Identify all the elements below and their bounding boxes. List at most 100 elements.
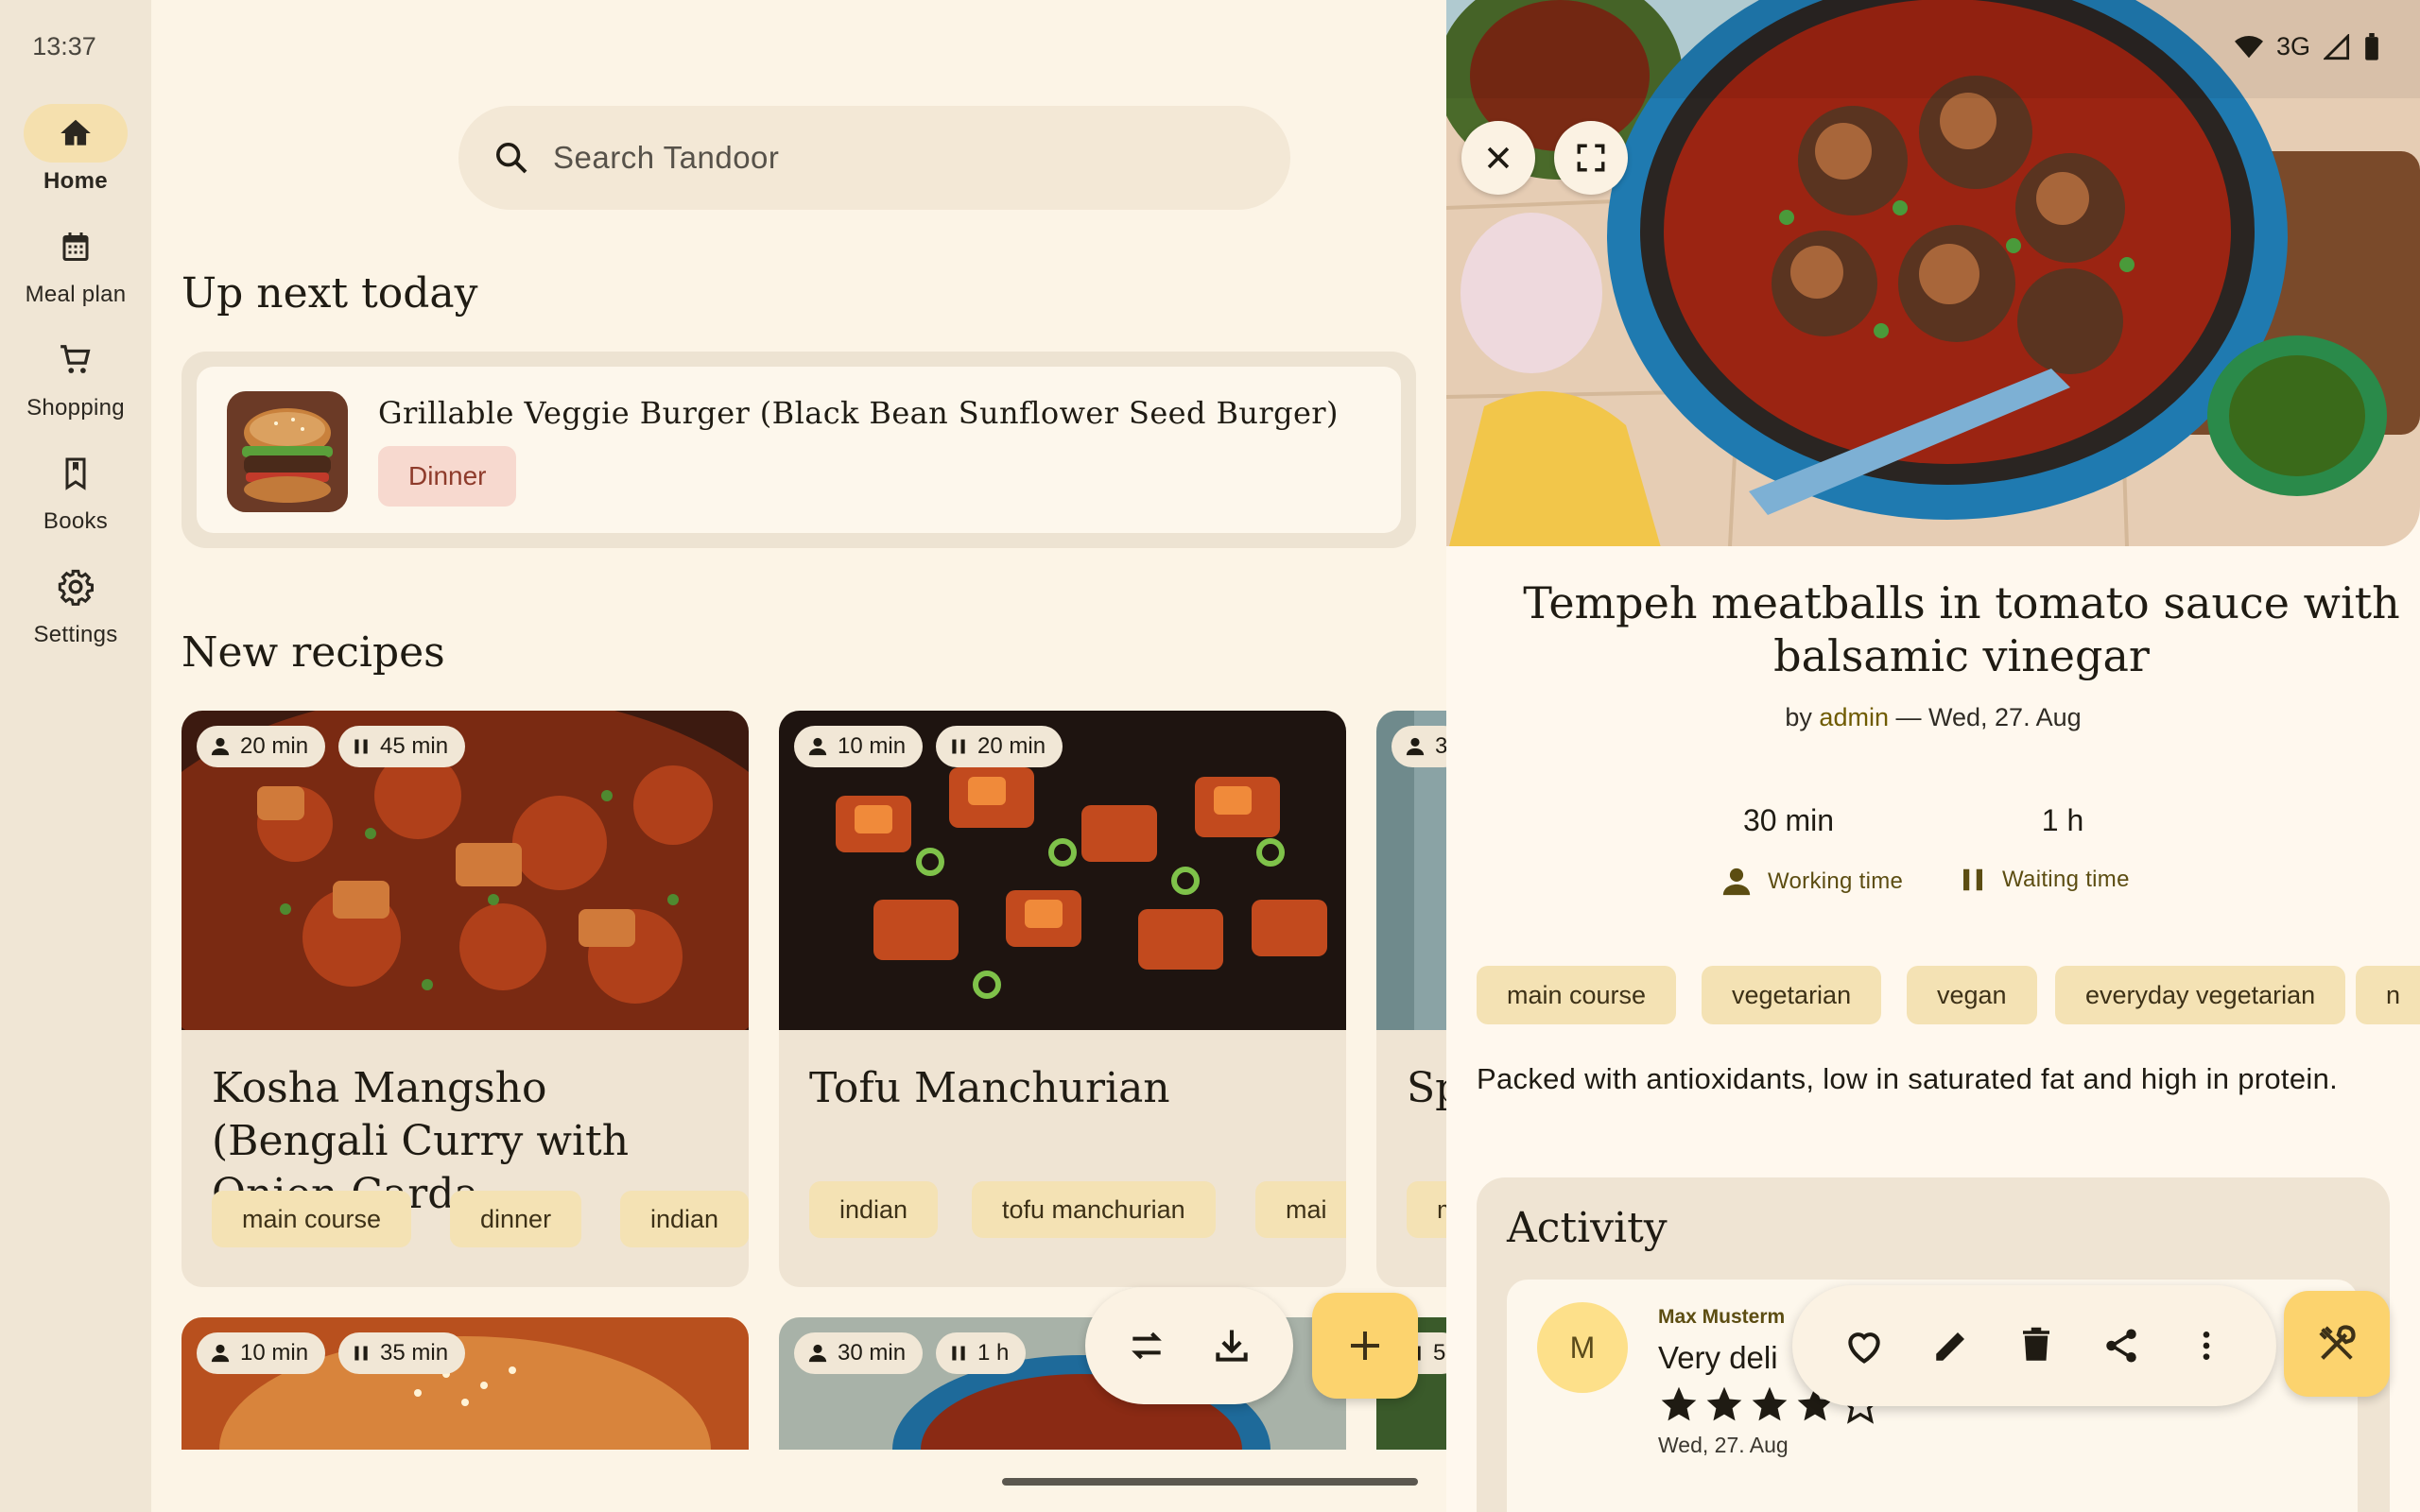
nav-shopping-label: Shopping — [26, 395, 125, 421]
keyword-chip[interactable]: n — [2356, 966, 2420, 1024]
keyword-chip[interactable]: vegetarian — [1702, 966, 1882, 1024]
utensils-icon — [2319, 1325, 2356, 1360]
fullscreen-icon — [1577, 144, 1605, 172]
network-type: 3G — [2275, 32, 2310, 60]
person-icon — [1406, 737, 1425, 756]
recipe-tag-chip[interactable]: indian — [620, 1191, 749, 1247]
recipe-byline: by admin — Wed, 27. Aug — [1785, 703, 2082, 731]
meal-type-chip[interactable]: Dinner — [378, 446, 517, 507]
recipe-detail: 3G Tempeh meatballs in tomato sauce with… — [1446, 0, 2420, 1512]
status-clock: 13:37 — [32, 32, 96, 60]
working-time-value: 30 min — [1742, 803, 1835, 837]
person-icon — [211, 737, 230, 756]
waiting-time-label: Waiting time — [1959, 866, 2130, 894]
pause-icon — [1963, 868, 1982, 891]
home-icon — [60, 119, 91, 146]
pause-icon — [952, 739, 965, 754]
nav-books-label: Books — [43, 508, 109, 534]
cart-icon — [60, 345, 91, 373]
status-icons: 3G — [2234, 32, 2380, 61]
pause-icon — [354, 739, 368, 754]
keyword-chip[interactable]: everyday vegetarian — [2055, 966, 2346, 1024]
recipe-date: Wed, 27. Aug — [1928, 703, 2082, 731]
star-filled-icon — [1706, 1386, 1742, 1421]
search-bar[interactable]: Search Tandoor — [458, 106, 1290, 210]
nav-shopping[interactable]: Shopping — [0, 331, 151, 421]
up-next-heading: Up next today — [182, 269, 478, 318]
new-recipes-heading: New recipes — [182, 628, 445, 677]
recipe-action-toolbar — [1792, 1285, 2276, 1406]
nav-home[interactable]: Home — [0, 104, 151, 195]
recipe-tag-chip[interactable]: indian — [809, 1181, 939, 1238]
nav-meal-plan-label: Meal plan — [25, 282, 127, 307]
fullscreen-button[interactable] — [1554, 121, 1628, 195]
up-next-section: Grillable Veggie Burger (Black Bean Sunf… — [182, 352, 1416, 548]
nav-settings-label: Settings — [33, 622, 118, 647]
up-next-recipe-title: Grillable Veggie Burger (Black Bean Sunf… — [378, 395, 1339, 431]
working-time-label: Working time — [1720, 866, 1903, 898]
activity-heading: Activity — [1507, 1204, 1668, 1252]
more-vert-icon[interactable] — [2187, 1327, 2225, 1365]
star-filled-icon — [1752, 1386, 1788, 1421]
comment-author: Max Musterm — [1658, 1306, 1786, 1328]
recipe-card[interactable]: 10 min 20 min Tofu Manchurian indian tof… — [779, 711, 1346, 1287]
nav-home-label: Home — [43, 168, 108, 194]
person-icon — [1722, 868, 1751, 896]
close-icon — [1487, 146, 1510, 169]
download-icon[interactable] — [1211, 1325, 1253, 1366]
heart-icon[interactable] — [1843, 1325, 1885, 1366]
keyword-chip[interactable]: main course — [1477, 966, 1677, 1024]
recipe-title: Sp — [1407, 1064, 1446, 1112]
gear-icon — [58, 569, 94, 606]
working-time-badge: 3 — [1392, 726, 1446, 767]
star-filled-icon — [1661, 1386, 1697, 1421]
battery-icon — [2365, 32, 2378, 60]
waiting-time-value: 1 h — [2041, 803, 2084, 837]
recipe-description: Packed with antioxidants, low in saturat… — [1477, 1062, 2339, 1095]
calendar-icon — [62, 232, 89, 261]
cook-mode-button[interactable] — [2284, 1291, 2390, 1397]
waiting-time-badge: 45 min — [338, 726, 466, 767]
recipe-tag-chip[interactable]: tofu manchurian — [972, 1181, 1216, 1238]
search-placeholder: Search Tandoor — [553, 140, 780, 175]
working-time-badge: 20 min — [197, 726, 326, 767]
waiting-time-badge: 20 min — [936, 726, 1063, 767]
recipe-tag-chip[interactable]: mai — [1255, 1181, 1346, 1238]
share-icon[interactable] — [2101, 1326, 2141, 1366]
pause-icon — [952, 1346, 965, 1361]
recipe-card[interactable]: 10 min 35 min — [182, 1317, 749, 1450]
author-link[interactable]: admin — [1819, 703, 1889, 731]
keyword-chip[interactable]: vegan — [1907, 966, 2037, 1024]
comment-text: Very deli — [1658, 1340, 1778, 1375]
working-time-badge: 30 min — [794, 1332, 924, 1374]
add-recipe-button[interactable] — [1312, 1293, 1418, 1399]
delete-icon[interactable] — [2016, 1326, 2056, 1366]
recipe-card[interactable]: 3 Sp m — [1376, 711, 1446, 1287]
recipe-card[interactable]: 20 min 45 min Kosha Mangsho (Bengali Cur… — [182, 711, 749, 1287]
plus-icon — [1351, 1332, 1379, 1360]
search-icon — [496, 143, 527, 174]
up-next-card[interactable]: Grillable Veggie Burger (Black Bean Sunf… — [197, 367, 1401, 533]
avatar: M — [1537, 1302, 1628, 1393]
close-button[interactable] — [1461, 121, 1535, 195]
edit-icon[interactable] — [1931, 1326, 1971, 1366]
recipe-tag-chip[interactable]: m — [1407, 1181, 1446, 1238]
burger-thumbnail — [227, 391, 348, 512]
recipe-tag-chip[interactable]: main course — [212, 1191, 412, 1247]
comment-date: Wed, 27. Aug — [1658, 1433, 1789, 1457]
person-icon — [808, 737, 827, 756]
swap-icon[interactable] — [1126, 1325, 1167, 1366]
recipe-title: Tofu Manchurian — [809, 1064, 1170, 1112]
import-actions — [1085, 1287, 1293, 1404]
nav-meal-plan[interactable]: Meal plan — [0, 217, 151, 308]
recipe-tag-chip[interactable]: dinner — [450, 1191, 582, 1247]
working-time-badge: 10 min — [794, 726, 924, 767]
bookmark-icon — [65, 457, 86, 490]
waiting-time-badge: 1 h — [936, 1332, 1027, 1374]
nav-books[interactable]: Books — [0, 444, 151, 535]
person-icon — [211, 1344, 230, 1363]
nav-settings[interactable]: Settings — [0, 558, 151, 648]
home-content: Search Tandoor Up next today Grillable V… — [151, 0, 1446, 1512]
signal-icon — [2324, 33, 2350, 60]
nav-home-indicator — [24, 104, 128, 163]
